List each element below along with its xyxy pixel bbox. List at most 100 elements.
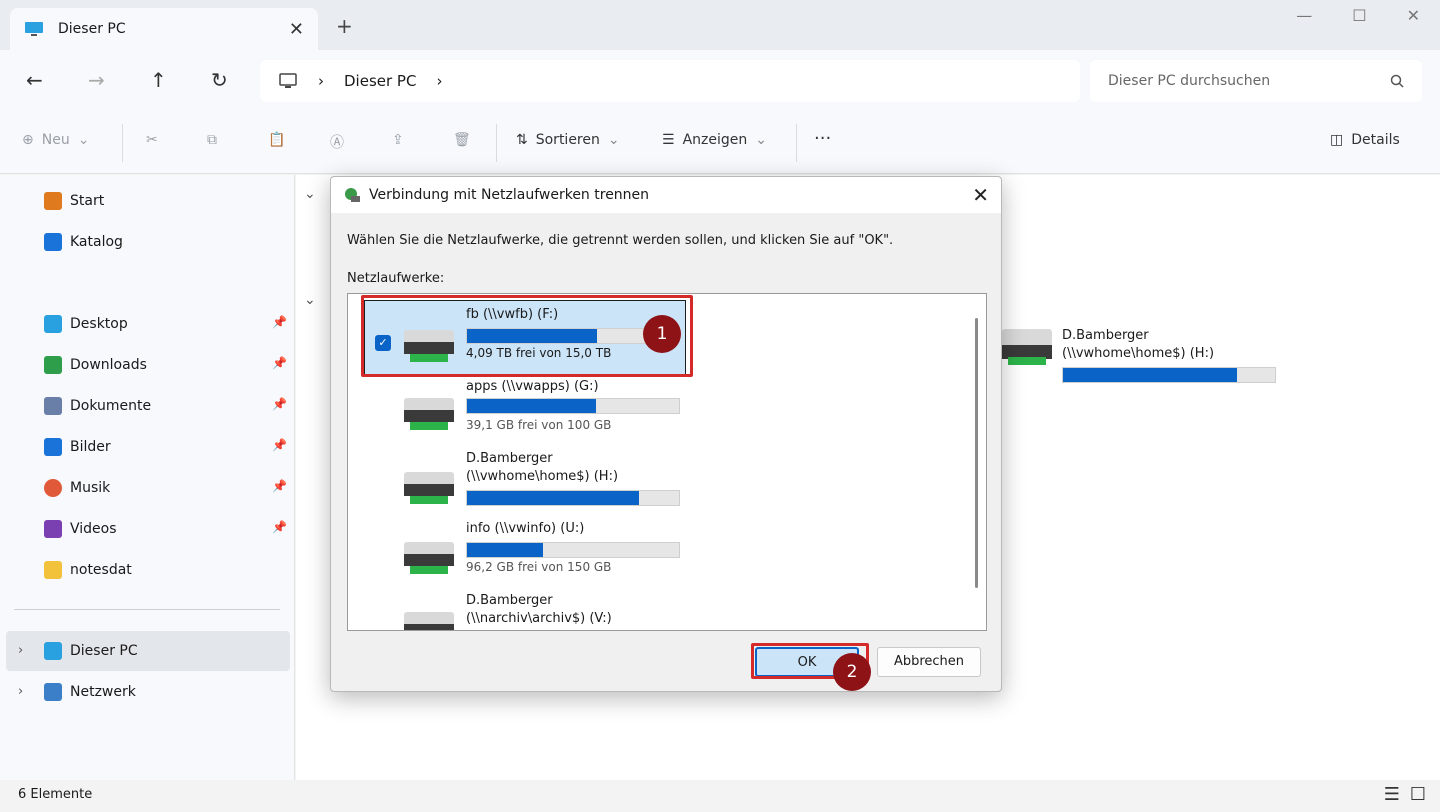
section-collapse-chevron-icon[interactable]: ⌄ (304, 186, 316, 202)
close-window-button[interactable]: ✕ (1407, 6, 1420, 25)
sidebar-item-label: Dieser PC (70, 643, 138, 659)
sidebar-item-desktop[interactable]: Desktop (44, 312, 128, 336)
drive-free-space: 96,2 GB frei von 150 GB (466, 560, 612, 574)
search-placeholder: Dieser PC durchsuchen (1108, 73, 1271, 89)
delete-icon[interactable]: 🗑 (453, 132, 471, 148)
dialog-close-button[interactable]: ✕ (972, 183, 989, 207)
new-tab-button[interactable]: + (336, 14, 353, 38)
chevron-down-icon: ⌄ (77, 132, 90, 148)
details-pane-icon: ◫ (1330, 132, 1344, 148)
address-bar[interactable]: › Dieser PC › (260, 60, 1080, 102)
sidebar-item-label: Videos (70, 521, 117, 537)
view-toggle: ☰ ☐ (1384, 784, 1426, 805)
cut-icon[interactable]: ✂ (146, 132, 158, 148)
drive-name: D.Bamberger (\\narchiv\archiv$) (V:) (466, 593, 612, 626)
tab-dieser-pc[interactable]: Dieser PC ✕ (10, 8, 318, 50)
refresh-button[interactable]: ↻ (211, 68, 228, 92)
sidebar-item-label: Netzwerk (70, 684, 136, 700)
drive-free-space: 39,1 GB frei von 100 GB (466, 418, 612, 432)
sidebar-item-videos[interactable]: Videos (44, 517, 117, 541)
sidebar-item-katalog[interactable]: Katalog (44, 230, 123, 254)
chevron-right-icon[interactable]: › (436, 72, 442, 90)
minimize-button[interactable]: — (1296, 6, 1312, 25)
details-label: Details (1351, 132, 1400, 148)
drive-usage-fill (467, 491, 639, 505)
drive-usage-bar (466, 490, 680, 506)
view-label: Anzeigen (682, 132, 748, 148)
network-drive-icon (404, 612, 454, 630)
command-bar: ⊕ Neu ⌄ ✂ ⧉ 📋 Ⓐ ⇪ 🗑 ⇅ Sortieren ⌄ ☰ Anze… (0, 112, 1440, 174)
sidebar-item-start[interactable]: Start (44, 189, 104, 213)
drive-usage-fill (467, 543, 544, 557)
sidebar-item-label: Bilder (70, 439, 111, 455)
sidebar-item-label: Start (70, 193, 105, 209)
maximize-button[interactable]: ☐ (1352, 6, 1366, 25)
paste-icon[interactable]: 📋 (268, 132, 285, 148)
documents-icon (44, 397, 62, 415)
up-button[interactable]: ↑ (150, 68, 167, 92)
share-icon[interactable]: ⇪ (392, 132, 404, 148)
details-view-icon[interactable]: ☰ (1384, 784, 1400, 805)
back-button[interactable]: ← (26, 68, 43, 92)
sidebar-divider (14, 609, 280, 610)
list-scrollbar[interactable] (975, 318, 978, 588)
sidebar-item-label: notesdat (70, 562, 132, 578)
music-icon (44, 479, 62, 497)
sidebar-item-label: Downloads (70, 357, 147, 373)
view-button[interactable]: ☰ Anzeigen ⌄ (662, 132, 767, 148)
drive-label-h[interactable]: D.Bamberger (\\vwhome\home$) (H:) (1062, 327, 1292, 363)
new-label: Neu (41, 132, 70, 148)
expand-chevron-icon[interactable]: › (18, 643, 23, 658)
tiles-view-icon[interactable]: ☐ (1410, 784, 1426, 805)
search-input[interactable]: Dieser PC durchsuchen (1090, 60, 1422, 102)
navigation-bar: ← → ↑ ↻ › Dieser PC › Dieser PC durchsuc… (0, 50, 1440, 112)
navigation-pane: Start Katalog Desktop 📌 Downloads 📌 Doku… (0, 175, 295, 780)
details-button[interactable]: ◫ Details (1330, 132, 1400, 148)
forward-button[interactable]: → (88, 68, 105, 92)
search-icon (1390, 74, 1404, 88)
cancel-button[interactable]: Abbrechen (877, 647, 981, 677)
toolbar-divider (496, 124, 497, 162)
section-collapse-chevron-icon[interactable]: ⌄ (304, 292, 316, 308)
sidebar-item-netzwerk[interactable]: Netzwerk (44, 680, 136, 704)
sidebar-item-downloads[interactable]: Downloads (44, 353, 147, 377)
drive-name-line: D.Bamberger (1062, 328, 1149, 343)
tab-title: Dieser PC (58, 21, 126, 37)
pin-icon: 📌 (272, 479, 287, 493)
more-options-button[interactable]: ··· (814, 128, 831, 149)
sidebar-item-dokumente[interactable]: Dokumente (44, 394, 151, 418)
drive-usage-bar (466, 542, 680, 558)
drive-name: D.Bamberger (\\vwhome\home$) (H:) (466, 451, 619, 484)
sidebar-item-label: Dokumente (70, 398, 152, 414)
dialog-title: Verbindung mit Netzlaufwerken trennen (369, 187, 650, 203)
network-drive-icon (1002, 329, 1052, 365)
pin-icon: 📌 (272, 520, 287, 534)
home-icon (44, 192, 62, 210)
expand-chevron-icon[interactable]: › (18, 684, 23, 699)
rename-icon[interactable]: Ⓐ (330, 132, 344, 152)
sidebar-item-notesdat[interactable]: notesdat (44, 558, 132, 582)
new-button[interactable]: ⊕ Neu ⌄ (22, 132, 89, 148)
folder-icon (44, 561, 62, 579)
dialog-instruction: Wählen Sie die Netzlaufwerke, die getren… (347, 233, 894, 248)
tab-close-icon[interactable]: ✕ (289, 19, 304, 40)
network-drive-icon (404, 542, 454, 574)
network-icon (44, 683, 62, 701)
sidebar-item-bilder[interactable]: Bilder (44, 435, 111, 459)
computer-icon (279, 73, 297, 88)
dialog-title-bar: Verbindung mit Netzlaufwerken trennen (331, 177, 1001, 213)
drive-list-label: Netzlaufwerke: (347, 271, 445, 286)
annotation-marker-2: 2 (833, 653, 871, 691)
status-bar: 6 Elemente ☰ ☐ (0, 780, 1440, 812)
breadcrumb[interactable]: Dieser PC (344, 72, 416, 90)
gallery-icon (44, 233, 62, 251)
sort-button[interactable]: ⇅ Sortieren ⌄ (516, 132, 620, 148)
item-count: 6 Elemente (18, 787, 93, 802)
sidebar-item-label: Musik (70, 480, 111, 496)
sidebar-item-musik[interactable]: Musik (44, 476, 110, 500)
sidebar-item-label: Desktop (70, 316, 128, 332)
toolbar-divider (796, 124, 797, 162)
chevron-down-icon: ⌄ (607, 132, 620, 148)
sidebar-item-dieser-pc[interactable]: Dieser PC (44, 639, 138, 663)
copy-icon[interactable]: ⧉ (207, 132, 217, 148)
